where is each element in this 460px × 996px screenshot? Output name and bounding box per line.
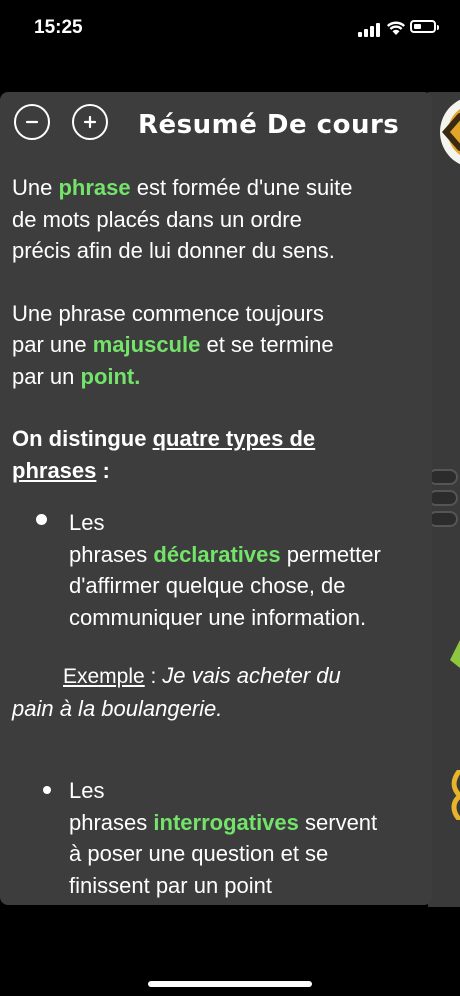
status-time: 15:25 (34, 17, 83, 38)
yellow-decoration-icon (451, 770, 460, 820)
bullet-point (43, 786, 51, 794)
minus-icon (25, 120, 39, 124)
paragraph-line: de mots placés dans un ordre (12, 206, 302, 232)
lesson-content: Une phrase est formée d'une suite de mot… (12, 172, 432, 502)
zoom-out-button[interactable] (14, 104, 50, 140)
section-heading: phrases : (12, 457, 110, 483)
plus-icon (83, 115, 97, 129)
side-button[interactable] (428, 490, 458, 506)
zoom-in-button[interactable] (72, 104, 108, 140)
example-label: Exemple (63, 665, 145, 688)
bullet-text: Les phrases interrogatives servent à pos… (69, 778, 378, 898)
paragraph-line: par une majuscule et se termine (12, 332, 334, 357)
home-indicator[interactable] (148, 981, 312, 987)
paragraph-line: Une phrase commence toujours (12, 300, 324, 326)
back-arrow-icon[interactable] (436, 96, 460, 168)
section-heading: On distingue quatre types de (12, 426, 316, 451)
cellular-signal-icon (358, 23, 382, 37)
side-button[interactable] (428, 511, 458, 527)
side-button[interactable] (428, 469, 458, 485)
paragraph-line: précis afin de lui donner du sens. (12, 238, 335, 263)
status-bar: 15:25 (0, 0, 460, 60)
bullet-point (36, 514, 47, 525)
paragraph-line: par un point. (12, 363, 141, 389)
lesson-panel: Résumé De cours Une phrase est formée d'… (0, 92, 432, 905)
paragraph-line: Une phrase est formée d'une suite (12, 175, 353, 200)
example-text: Exemple : Je vais acheter du pain à la b… (12, 663, 341, 721)
wifi-icon (386, 21, 406, 35)
page-title: Résumé De cours (138, 110, 400, 140)
battery-icon (410, 20, 439, 33)
green-decoration-icon (450, 640, 460, 668)
bullet-text: Les phrases déclaratives permetter d'aff… (69, 510, 381, 630)
